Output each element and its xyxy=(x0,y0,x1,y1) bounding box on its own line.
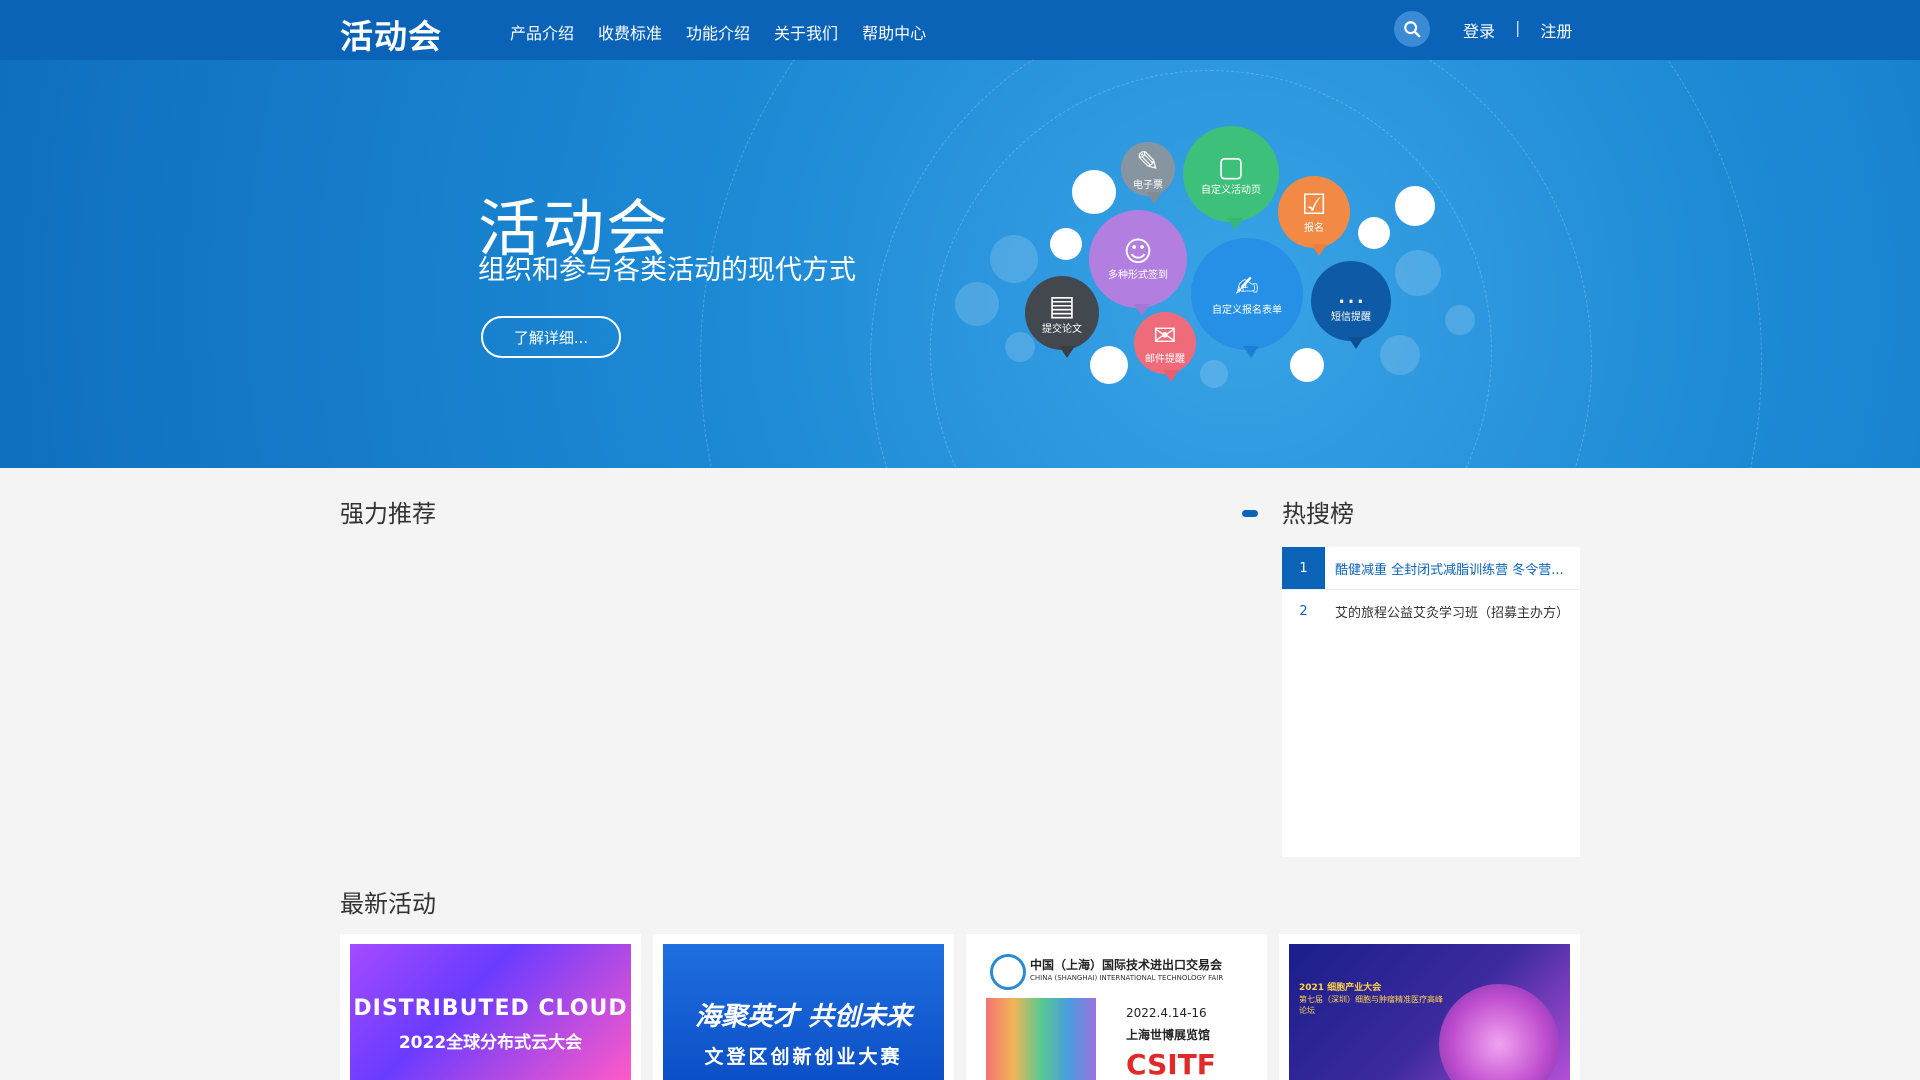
recommend-slider-toggle[interactable] xyxy=(1242,510,1258,517)
bubble-signup: ☑ 报名 xyxy=(1278,176,1350,256)
chat-dots-icon: … xyxy=(1337,276,1365,310)
nav-about-us[interactable]: 关于我们 xyxy=(774,20,838,44)
hot-search-item[interactable]: 1 酷健减重 全封闭式减脂训练营 冬令营... xyxy=(1282,547,1580,589)
fair-logo xyxy=(990,954,1026,990)
event-card[interactable]: 海聚英才 共创未来 文登区创新创业大赛 xyxy=(653,934,954,1080)
white-chat-ball xyxy=(1395,186,1435,226)
document-icon: ▤ xyxy=(1048,288,1076,322)
event-card[interactable]: DISTRIBUTED CLOUD 2022全球分布式云大会 xyxy=(340,934,641,1080)
hot-item-title[interactable]: 艾的旅程公益艾灸学习班（招募主办方） xyxy=(1325,602,1570,621)
top-header: 活动会 产品介绍 收费标准 功能介绍 关于我们 帮助中心 登录 | 注册 xyxy=(0,0,1920,60)
auth-divider: | xyxy=(1515,18,1521,37)
white-chat-ball xyxy=(1358,217,1390,249)
hero-banner: 活动会 组织和参与各类活动的现代方式 了解详细... ✎ 电子票 ▢ 自定义活动… xyxy=(0,60,1920,468)
nav-product-intro[interactable]: 产品介绍 xyxy=(510,20,574,44)
form-edit-icon: ✍ xyxy=(1235,269,1259,303)
decor-ball xyxy=(1200,360,1228,388)
register-link[interactable]: 注册 xyxy=(1540,18,1572,42)
search-icon xyxy=(1404,21,1421,38)
smile-pen-icon: ☺ xyxy=(1123,234,1153,268)
white-chat-ball xyxy=(1050,228,1082,260)
event-cover-image[interactable]: 2021 细胞产业大会 第七届（深圳）细胞与肿瘤精准医疗高峰论坛 xyxy=(1289,944,1570,1080)
search-button[interactable] xyxy=(1394,11,1430,47)
decor-ball xyxy=(955,282,999,326)
bubble-submit-paper: ▤ 提交论文 xyxy=(1025,276,1099,358)
bubble-custom-form: ✍ 自定义报名表单 xyxy=(1191,238,1303,358)
hot-rank: 2 xyxy=(1299,603,1308,619)
bubble-custom-page: ▢ 自定义活动页 xyxy=(1183,126,1279,230)
hot-rank: 1 xyxy=(1282,547,1325,589)
clipboard-check-icon: ☑ xyxy=(1301,187,1327,221)
browser-window-icon: ▢ xyxy=(1217,149,1245,183)
event-card[interactable]: 2021 细胞产业大会 第七届（深圳）细胞与肿瘤精准医疗高峰论坛 xyxy=(1279,934,1580,1080)
event-cover-image[interactable]: 中国（上海）国际技术进出口交易会 CHINA (SHANGHAI) INTERN… xyxy=(976,944,1257,1080)
ticket-icon: ✎ xyxy=(1136,144,1160,178)
site-logo[interactable]: 活动会 xyxy=(340,10,442,58)
white-chat-ball xyxy=(1072,170,1116,214)
hot-search-panel: 1 酷健减重 全封闭式减脂训练营 冬令营... 2 艾的旅程公益艾灸学习班（招募… xyxy=(1282,547,1580,857)
decor-ball xyxy=(1395,250,1441,296)
decor-ball xyxy=(990,235,1038,283)
event-cover-image[interactable]: DISTRIBUTED CLOUD 2022全球分布式云大会 xyxy=(350,944,631,1080)
decor-ball xyxy=(1005,332,1035,362)
bubble-ebook: ✎ 电子票 xyxy=(1121,142,1175,204)
auth-links: 登录 | 注册 xyxy=(1463,18,1572,42)
decor-ball xyxy=(1445,305,1475,335)
hot-search-item[interactable]: 2 艾的旅程公益艾灸学习班（招募主办方） xyxy=(1282,590,1580,632)
nav-help-center[interactable]: 帮助中心 xyxy=(862,20,926,44)
hot-search-title: 热搜榜 xyxy=(1282,500,1354,528)
event-cover-image[interactable]: 海聚英才 共创未来 文登区创新创业大赛 xyxy=(663,944,944,1080)
bubble-email-reminder: ✉ 邮件提醒 xyxy=(1134,312,1196,382)
recommend-title: 强力推荐 xyxy=(340,500,436,528)
banner-subtitle: 组织和参与各类活动的现代方式 xyxy=(478,255,856,286)
latest-title: 最新活动 xyxy=(340,890,436,918)
fair-graphic xyxy=(986,998,1096,1080)
decor-ball xyxy=(1380,335,1420,375)
bubble-multi-checkin: ☺ 多种形式签到 xyxy=(1089,210,1187,316)
event-card[interactable]: 中国（上海）国际技术进出口交易会 CHINA (SHANGHAI) INTERN… xyxy=(966,934,1267,1080)
main-nav: 产品介绍 收费标准 功能介绍 关于我们 帮助中心 xyxy=(510,20,926,44)
white-chat-ball xyxy=(1090,346,1128,384)
nav-pricing[interactable]: 收费标准 xyxy=(598,20,662,44)
learn-more-button[interactable]: 了解详细... xyxy=(481,316,621,358)
cell-graphic xyxy=(1439,984,1559,1080)
hot-item-title[interactable]: 酷健减重 全封闭式减脂训练营 冬令营... xyxy=(1325,559,1570,578)
nav-features[interactable]: 功能介绍 xyxy=(686,20,750,44)
envelope-icon: ✉ xyxy=(1153,318,1177,352)
white-chat-ball xyxy=(1290,348,1324,382)
login-link[interactable]: 登录 xyxy=(1463,18,1495,42)
bubble-sms-reminder: … 短信提醒 xyxy=(1311,261,1391,349)
